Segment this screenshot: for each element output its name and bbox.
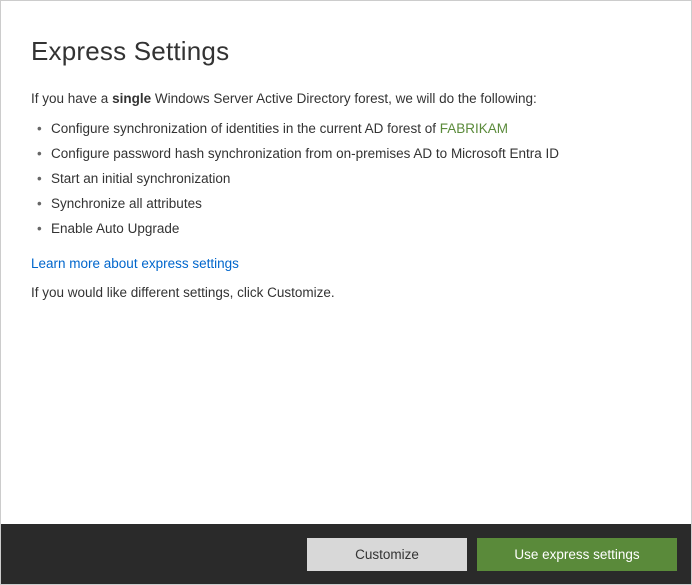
use-express-settings-button[interactable]: Use express settings xyxy=(477,538,677,571)
list-item: Start an initial synchronization xyxy=(37,166,661,191)
learn-more-link[interactable]: Learn more about express settings xyxy=(31,256,239,271)
forest-name: FABRIKAM xyxy=(440,121,508,136)
bullet-list: Configure synchronization of identities … xyxy=(31,116,661,241)
bullet-text: Start an initial synchronization xyxy=(51,171,230,186)
intro-text: If you have a single Windows Server Acti… xyxy=(31,91,661,106)
list-item: Configure password hash synchronization … xyxy=(37,141,661,166)
bullet-text: Enable Auto Upgrade xyxy=(51,221,179,236)
bullet-text: Configure password hash synchronization … xyxy=(51,146,559,161)
bottom-text: If you would like different settings, cl… xyxy=(31,285,661,300)
bullet-prefix: Configure synchronization of identities … xyxy=(51,121,440,136)
intro-suffix: Windows Server Active Directory forest, … xyxy=(151,91,537,106)
main-content: Express Settings If you have a single Wi… xyxy=(1,1,691,524)
bullet-text: Synchronize all attributes xyxy=(51,196,202,211)
page-title: Express Settings xyxy=(31,36,661,67)
intro-prefix: If you have a xyxy=(31,91,112,106)
intro-bold: single xyxy=(112,91,151,106)
list-item: Synchronize all attributes xyxy=(37,191,661,216)
customize-button[interactable]: Customize xyxy=(307,538,467,571)
footer-bar: Customize Use express settings xyxy=(1,524,691,584)
list-item: Configure synchronization of identities … xyxy=(37,116,661,141)
list-item: Enable Auto Upgrade xyxy=(37,216,661,241)
